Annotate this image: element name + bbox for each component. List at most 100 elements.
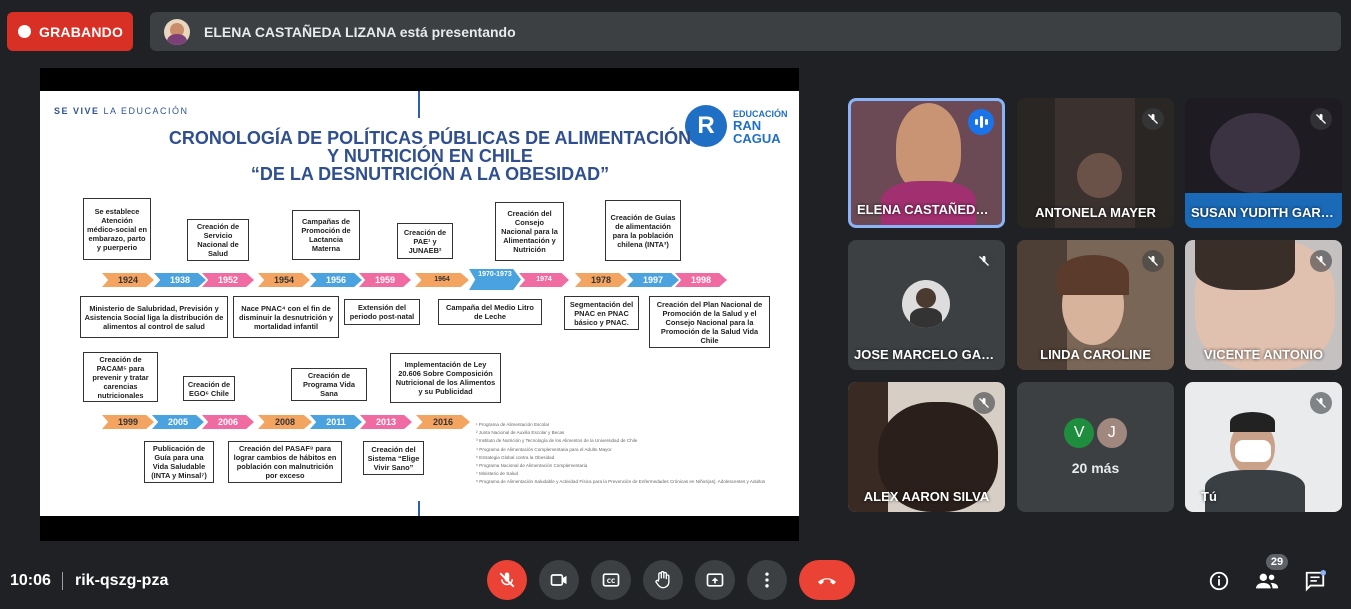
participant-tile[interactable]: ANTONELA MAYER xyxy=(1017,98,1174,228)
participant-name-self: Tú xyxy=(1201,489,1217,504)
slide-brand: SE VIVE LA EDUCACIÓN xyxy=(54,106,189,116)
participant-tile[interactable]: LINDA CAROLINE xyxy=(1017,240,1174,370)
timeline-box: Publicación de Guía para una Vida Saluda… xyxy=(144,441,214,483)
timeline-box: Campañas de Promoción de Lactancia Mater… xyxy=(292,210,360,260)
participant-name: ANTONELA MAYER xyxy=(1035,205,1156,220)
top-bar: GRABANDO ELENA CASTAÑEDA LIZANA está pre… xyxy=(0,0,1351,62)
year-marker: 1998 xyxy=(675,273,727,287)
clock: 10:06 xyxy=(10,572,51,589)
year-marker: 2016 xyxy=(416,415,470,429)
mic-off-icon xyxy=(1310,392,1332,414)
participant-tile[interactable]: SUSAN YUDITH GARCÍA xyxy=(1185,98,1342,228)
participant-video xyxy=(1210,113,1300,193)
year-marker: 2006 xyxy=(202,415,254,429)
speaking-indicator-icon xyxy=(968,109,994,135)
mic-toggle-button[interactable] xyxy=(487,560,527,600)
more-options-button[interactable] xyxy=(747,560,787,600)
participant-name: LINDA CAROLINE xyxy=(1040,347,1151,362)
year-marker: 1956 xyxy=(310,273,362,287)
participant-tile[interactable]: VICENTE ANTONIO xyxy=(1185,240,1342,370)
people-icon xyxy=(1256,573,1278,589)
year-marker: 1997 xyxy=(627,273,679,287)
presenter-avatar xyxy=(164,18,190,45)
meeting-code: rik-qszg-pza xyxy=(75,572,169,589)
more-vert-icon xyxy=(765,572,769,588)
participant-tile[interactable]: ALEX AARON SILVA xyxy=(848,382,1005,512)
timeline-box: Creación de Programa Vida Sana xyxy=(291,368,367,401)
participant-name: SUSAN YUDITH GARCÍA xyxy=(1191,205,1342,220)
info-icon xyxy=(1209,571,1229,591)
year-marker: 2013 xyxy=(360,415,412,429)
participant-video xyxy=(896,103,961,191)
year-marker: 1970-1973 xyxy=(469,269,521,290)
timeline-box: Creación de Guías de alimentación para l… xyxy=(605,200,681,261)
camera-toggle-button[interactable] xyxy=(539,560,579,600)
participant-avatar xyxy=(902,280,950,328)
people-button[interactable] xyxy=(1254,568,1280,594)
year-marker: 1978 xyxy=(575,273,627,287)
timeline-box: Creación del Consejo Nacional para la Al… xyxy=(495,202,564,261)
captions-button[interactable]: CC xyxy=(591,560,631,600)
participant-name: JOSE MARCELO GARCÍA xyxy=(854,347,1005,362)
more-count: 20 más xyxy=(1071,460,1120,476)
slide-footnotes: ¹ Programa de Alimentación Escolar ² Jun… xyxy=(476,422,766,485)
year-marker: 1974 xyxy=(519,273,569,287)
divider-line xyxy=(418,91,420,118)
camera-icon xyxy=(550,574,567,586)
raise-hand-button[interactable] xyxy=(643,560,683,600)
mini-avatars: V J xyxy=(1017,418,1174,448)
mic-off-icon xyxy=(973,250,995,272)
year-marker: 1924 xyxy=(102,273,154,287)
mic-off-icon xyxy=(1142,250,1164,272)
record-dot-icon xyxy=(18,25,31,38)
participant-name: ELENA CASTAÑEDA LIZANA xyxy=(857,202,1002,217)
year-marker: 1959 xyxy=(359,273,411,287)
svg-text:CC: CC xyxy=(607,579,616,585)
timeline-box: Implementación de Ley 20.606 Sobre Compo… xyxy=(390,353,501,403)
slide-title: CRONOLOGÍA DE POLÍTICAS PÚBLICAS DE ALIM… xyxy=(168,128,692,184)
chat-icon xyxy=(1305,570,1326,592)
presentation-stage[interactable]: SE VIVE LA EDUCACIÓN R EDUCACIÓN RAN CAGU… xyxy=(40,68,799,541)
year-marker: 1964 xyxy=(415,273,469,287)
more-participants-tile[interactable]: V J 20 más xyxy=(1017,382,1174,512)
year-marker: 2008 xyxy=(258,415,312,429)
year-marker: 1938 xyxy=(154,273,206,287)
chat-button[interactable] xyxy=(1302,568,1328,594)
captions-icon: CC xyxy=(602,573,620,587)
timeline-box: Se establece Atención médico-social en e… xyxy=(83,198,151,260)
mic-off-icon xyxy=(1310,108,1332,130)
year-marker: 1999 xyxy=(102,415,154,429)
participant-tile[interactable]: Tú xyxy=(1185,382,1342,512)
leave-call-button[interactable] xyxy=(799,560,855,600)
year-marker: 1952 xyxy=(202,273,254,287)
timeline-box: Creación del PASAF⁸ para lograr cambios … xyxy=(228,441,342,483)
timeline-box: Extensión del periodo post-natal xyxy=(344,299,420,325)
timeline-box: Ministerio de Salubridad, Previsión y As… xyxy=(80,296,228,338)
participant-tile[interactable]: JOSE MARCELO GARCÍA xyxy=(848,240,1005,370)
mic-off-icon xyxy=(499,572,515,588)
timeline-box: Segmentación del PNAC en PNAC básico y P… xyxy=(564,296,639,330)
presenting-banner: ELENA CASTAÑEDA LIZANA está presentando xyxy=(150,12,1341,51)
participant-tile[interactable]: ELENA CASTAÑEDA LIZANA xyxy=(848,98,1005,228)
present-screen-button[interactable] xyxy=(695,560,735,600)
recording-indicator[interactable]: GRABANDO xyxy=(7,12,133,51)
participant-name: ALEX AARON SILVA xyxy=(863,489,990,504)
year-marker: 1954 xyxy=(258,273,310,287)
timeline-box: Creación de PAE¹ y JUNAEB² xyxy=(397,223,453,259)
people-count-badge: 29 xyxy=(1266,554,1288,570)
meeting-details-button[interactable] xyxy=(1206,568,1232,594)
mic-off-icon xyxy=(973,392,995,414)
timeline-box: Creación de PACAM⁵ para prevenir y trata… xyxy=(83,352,158,402)
timeline-box: Creación de Servicio Nacional de Salud xyxy=(187,219,249,261)
presentation-slide: SE VIVE LA EDUCACIÓN R EDUCACIÓN RAN CAGU… xyxy=(40,91,799,516)
timeline-box: Campaña del Medio Litro de Leche xyxy=(438,299,542,325)
present-icon xyxy=(706,573,724,587)
divider-line xyxy=(418,501,420,516)
timeline-box: Nace PNAC⁴ con el fin de disminuir la de… xyxy=(233,296,339,338)
presenting-text: ELENA CASTAÑEDA LIZANA está presentando xyxy=(204,23,516,40)
mic-off-icon xyxy=(1310,250,1332,272)
divider xyxy=(62,572,63,590)
participant-name: VICENTE ANTONIO xyxy=(1203,347,1324,362)
timeline-box: Creación del Sistema “Elige Vivir Sano” xyxy=(363,441,424,475)
hand-icon xyxy=(655,571,670,589)
